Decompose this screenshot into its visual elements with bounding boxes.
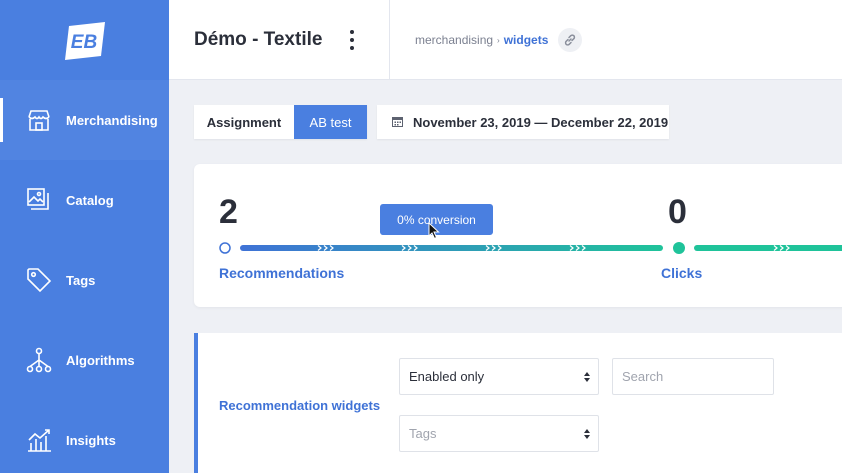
date-range-picker[interactable]: November 23, 2019 — December 22, 2019 — [377, 105, 669, 139]
kebab-dot-icon — [350, 38, 354, 42]
chart-icon — [28, 429, 51, 452]
recommendations-node-icon — [219, 242, 231, 254]
select-arrows-icon — [584, 372, 590, 382]
select-arrows-icon — [584, 429, 590, 439]
widgets-card: Recommendation widgets Enabled only Tags — [194, 333, 842, 473]
sidebar-item-label: Catalog — [66, 192, 114, 208]
recommendations-label: Recommendations — [219, 265, 345, 281]
hierarchy-icon — [26, 347, 52, 373]
tag-icon — [27, 268, 52, 293]
clicks-node-icon — [673, 242, 685, 254]
clicks-count: 0 — [668, 193, 687, 231]
clicks-label: Clicks — [661, 265, 703, 281]
top-header: Démo - Textile merchandising › widgets — [169, 0, 842, 80]
breadcrumb-current: widgets — [503, 33, 549, 47]
kebab-dot-icon — [350, 46, 354, 50]
breadcrumb-parent[interactable]: merchandising — [415, 33, 493, 47]
logo[interactable]: EB — [0, 0, 169, 80]
funnel-progress-graphic — [219, 242, 842, 254]
sidebar-item-label: Insights — [66, 432, 116, 448]
sidebar-item-label: Algorithms — [66, 352, 135, 368]
brand-logo-icon: EB — [64, 22, 105, 60]
mouse-cursor-icon — [428, 222, 440, 240]
sidebar-item-label: Merchandising — [66, 112, 158, 128]
flow-bar — [240, 245, 663, 251]
section-title: Recommendation widgets — [219, 398, 381, 413]
search-input[interactable] — [612, 358, 774, 395]
status-filter-value: Enabled only — [409, 369, 485, 384]
svg-text:EB: EB — [70, 32, 97, 53]
page-title: Démo - Textile — [194, 29, 323, 50]
calendar-icon — [392, 117, 403, 127]
more-options-button[interactable] — [345, 30, 359, 50]
breadcrumb: merchandising › widgets — [415, 33, 548, 47]
active-indicator — [0, 98, 3, 142]
funnel-card: 2 Recommendations 0 Clicks 0% conversion — [194, 164, 842, 307]
tab-assignment[interactable]: Assignment — [194, 105, 294, 139]
sidebar-item-tags[interactable]: Tags — [0, 240, 169, 320]
images-icon — [27, 188, 49, 210]
kebab-dot-icon — [350, 30, 354, 34]
tags-filter-select[interactable]: Tags — [399, 415, 599, 452]
link-icon — [564, 34, 576, 46]
sidebar-item-catalog[interactable]: Catalog — [0, 160, 169, 240]
status-filter-select[interactable]: Enabled only — [399, 358, 599, 395]
tags-filter-placeholder: Tags — [409, 426, 437, 441]
header-divider — [389, 0, 390, 80]
copy-link-button[interactable] — [558, 28, 582, 52]
tab-ab-test[interactable]: AB test — [294, 105, 367, 139]
sidebar-item-insights[interactable]: Insights — [0, 400, 169, 473]
date-range-text: November 23, 2019 — December 22, 2019 — [413, 114, 669, 130]
storefront-icon — [28, 110, 50, 131]
sidebar: EB Merchandising Catalog Tags Algorithms… — [0, 0, 169, 473]
sidebar-item-merchandising[interactable]: Merchandising — [0, 80, 169, 160]
sidebar-item-label: Tags — [66, 272, 96, 288]
mode-tabs: Assignment AB test — [194, 105, 367, 139]
breadcrumb-separator-icon: › — [497, 35, 500, 45]
recommendations-count: 2 — [219, 193, 238, 231]
flow-bar-next — [694, 245, 842, 251]
sidebar-item-algorithms[interactable]: Algorithms — [0, 320, 169, 400]
